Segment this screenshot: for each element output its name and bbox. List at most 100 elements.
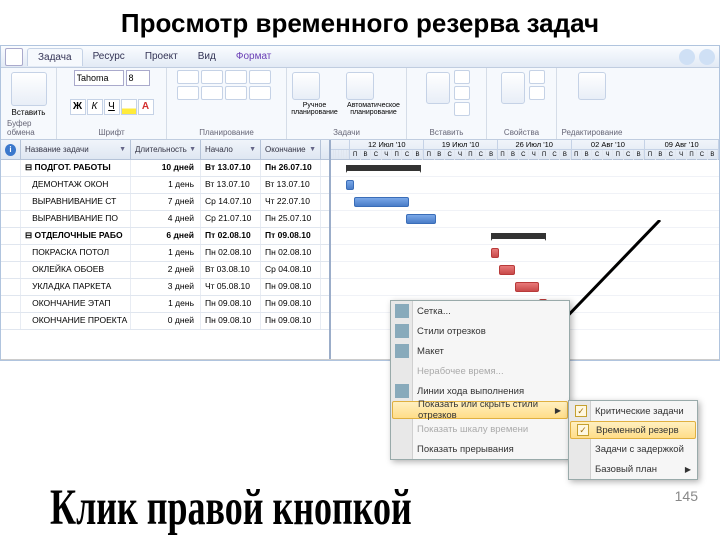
prop-btn[interactable] [529, 86, 545, 100]
gantt-bar[interactable] [406, 214, 436, 224]
table-row[interactable]: ВЫРАВНИВАНИЕ ПО 4 дней Ср 21.07.10 Пн 25… [1, 211, 329, 228]
tab-format[interactable]: Формат [226, 48, 282, 65]
task-button[interactable] [426, 72, 450, 104]
menu-item-icon [395, 384, 409, 398]
col-info[interactable]: i [1, 140, 21, 159]
menu-item[interactable]: Сетка... [391, 301, 569, 321]
tasks-group-label: Задачи [333, 128, 360, 137]
paste-button[interactable] [11, 72, 47, 106]
paste-label: Вставить [12, 108, 46, 117]
tab-task[interactable]: Задача [27, 48, 83, 66]
table-row[interactable]: ВЫРАВНИВАНИЕ СТ 7 дней Ср 14.07.10 Чт 22… [1, 194, 329, 211]
tab-view[interactable]: Вид [188, 48, 226, 65]
table-row[interactable]: УКЛАДКА ПАРКЕТА 3 дней Чт 05.08.10 Пн 09… [1, 279, 329, 296]
italic-button[interactable]: К [87, 99, 103, 115]
font-group-label: Шрифт [98, 128, 124, 137]
help-icon[interactable] [679, 49, 695, 65]
gantt-row[interactable] [331, 160, 719, 177]
col-duration[interactable]: Длительность▼ [131, 140, 201, 159]
menu-item[interactable]: Показать или скрыть стили отрезков▶ [392, 401, 568, 419]
table-row[interactable]: ⊟ ОТДЕЛОЧНЫЕ РАБО 6 дней Пт 02.08.10 Пт … [1, 228, 329, 245]
menu-item: Показать шкалу времени [391, 419, 569, 439]
menu-item: Нерабочее время... [391, 361, 569, 381]
task-table: i Название задачи▼ Длительность▼ Начало▼… [1, 140, 331, 359]
sched-btn[interactable] [225, 70, 247, 84]
check-icon: ✓ [577, 424, 589, 436]
tab-resource[interactable]: Ресурс [83, 48, 135, 65]
table-row[interactable]: ОКОНЧАНИЕ ЭТАП 1 день Пн 09.08.10 Пн 09.… [1, 296, 329, 313]
menu-item[interactable]: Стили отрезков [391, 321, 569, 341]
menu-item[interactable]: Макет [391, 341, 569, 361]
sched-btn[interactable] [201, 86, 223, 100]
underline-button[interactable]: Ч [104, 99, 120, 115]
col-finish[interactable]: Окончание▼ [261, 140, 321, 159]
gantt-timescale: 12 Июл '10ПВСЧПСВ19 Июл '10ПВСЧПСВ26 Июл… [331, 140, 719, 160]
gantt-row[interactable] [331, 194, 719, 211]
fontcolor-button[interactable]: A [138, 99, 154, 115]
gantt-bar[interactable] [346, 180, 354, 190]
menu-item[interactable]: Линии хода выполнения [391, 381, 569, 401]
submenu: ✓Критические задачи✓Временной резервЗада… [568, 400, 698, 480]
sched-btn[interactable] [177, 86, 199, 100]
col-name[interactable]: Название задачи▼ [21, 140, 131, 159]
gantt-bar[interactable] [354, 197, 409, 207]
insert-btn[interactable] [454, 86, 470, 100]
ribbon-tabs: Задача Ресурс Проект Вид Формат [1, 46, 719, 68]
info-icon: i [5, 144, 16, 156]
gantt-row[interactable] [331, 262, 719, 279]
bgcolor-button[interactable] [121, 99, 137, 115]
submenu-item[interactable]: Задачи с задержкой [569, 439, 697, 459]
submenu-item[interactable]: Базовый план▶ [569, 459, 697, 479]
table-row[interactable]: ОКОНЧАНИЕ ПРОЕКТА 0 дней Пн 09.08.10 Пн … [1, 313, 329, 330]
col-start[interactable]: Начало▼ [201, 140, 261, 159]
context-menu: Сетка...Стили отрезковМакетНерабочее вре… [390, 300, 570, 460]
edit-button[interactable] [578, 72, 606, 100]
file-tab[interactable] [5, 48, 23, 66]
minimize-ribbon-icon[interactable] [699, 49, 715, 65]
menu-item[interactable]: Показать прерывания [391, 439, 569, 459]
gantt-bar[interactable] [515, 282, 539, 292]
sched-btn[interactable] [201, 70, 223, 84]
ribbon: Вставить Буфер обмена Ж К Ч A Шрифт План… [1, 68, 719, 140]
insert-btn[interactable] [454, 102, 470, 116]
sched-btn[interactable] [177, 70, 199, 84]
gantt-row[interactable] [331, 245, 719, 262]
table-row[interactable]: ⊟ ПОДГОТ. РАБОТЫ 10 дней Вт 13.07.10 Пн … [1, 160, 329, 177]
menu-item-icon [395, 344, 409, 358]
insert-btn[interactable] [454, 70, 470, 84]
gantt-row[interactable] [331, 211, 719, 228]
table-row[interactable]: ДЕМОНТАЖ ОКОН 1 день Вт 13.07.10 Вт 13.0… [1, 177, 329, 194]
editing-group-label: Редактирование [562, 128, 623, 137]
tab-project[interactable]: Проект [135, 48, 188, 65]
slide-caption: Клик правой кнопкой [50, 478, 412, 537]
gantt-row[interactable] [331, 228, 719, 245]
gantt-bar[interactable] [346, 165, 421, 171]
gantt-bar[interactable] [491, 233, 546, 239]
manual-schedule-button[interactable] [292, 72, 320, 100]
info-button[interactable] [501, 72, 525, 104]
sched-btn[interactable] [225, 86, 247, 100]
table-row[interactable]: ОКЛЕЙКА ОБОЕВ 2 дней Вт 03.08.10 Ср 04.0… [1, 262, 329, 279]
gantt-row[interactable] [331, 279, 719, 296]
prop-btn[interactable] [529, 70, 545, 84]
clipboard-group-label: Буфер обмена [7, 119, 50, 137]
table-row[interactable]: ПОКРАСКА ПОТОЛ 1 день Пн 02.08.10 Пн 02.… [1, 245, 329, 262]
submenu-item[interactable]: ✓Критические задачи [569, 401, 697, 421]
menu-item-icon [395, 304, 409, 318]
gantt-bar[interactable] [499, 265, 515, 275]
font-name-select[interactable] [74, 70, 124, 86]
menu-item-icon [395, 324, 409, 338]
grid-header: i Название задачи▼ Длительность▼ Начало▼… [1, 140, 329, 160]
auto-schedule-button[interactable] [346, 72, 374, 100]
submenu-item[interactable]: ✓Временной резерв [570, 421, 696, 439]
font-size-select[interactable] [126, 70, 150, 86]
insert-group-label: Вставить [430, 128, 464, 137]
gantt-bar[interactable] [491, 248, 499, 258]
sched-btn[interactable] [249, 70, 271, 84]
content-area: i Название задачи▼ Длительность▼ Начало▼… [1, 140, 719, 360]
ms-project-window: Задача Ресурс Проект Вид Формат Вставить… [0, 45, 720, 361]
sched-btn[interactable] [249, 86, 271, 100]
bold-button[interactable]: Ж [70, 99, 86, 115]
check-icon: ✓ [575, 405, 587, 417]
gantt-row[interactable] [331, 177, 719, 194]
